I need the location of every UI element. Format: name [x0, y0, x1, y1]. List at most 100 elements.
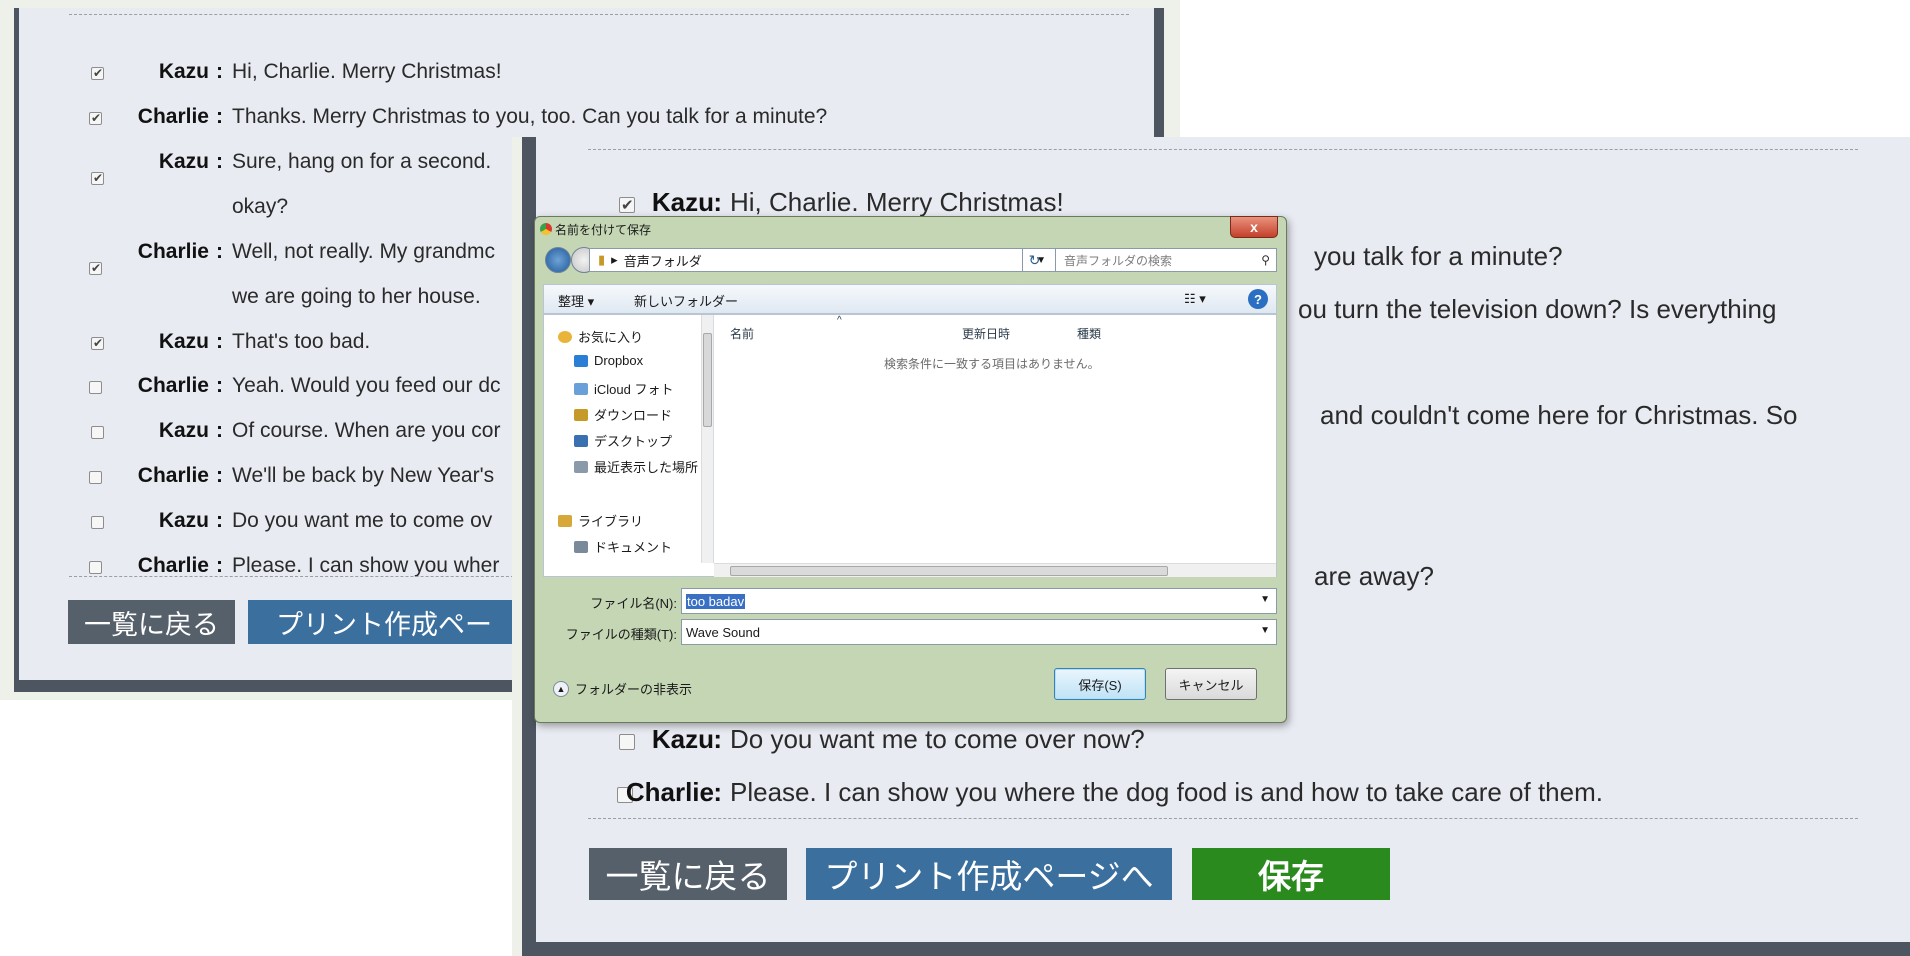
dialogue-row: Kazu : Do you want me to come over now? [536, 724, 1910, 760]
nav-item-label: ドキュメント [594, 540, 673, 555]
nav-item[interactable]: お気に入り [558, 327, 643, 346]
utterance-text: are away? [1314, 561, 1434, 591]
new-folder-button[interactable]: 新しいフォルダー [634, 291, 738, 310]
speaker-name: Kazu [158, 150, 209, 173]
dialog-save-button[interactable]: 保存(S) [1054, 668, 1146, 700]
chevron-down-icon[interactable]: ▼ [1260, 594, 1270, 605]
utterance-text: you talk for a minute? [1314, 241, 1563, 271]
divider [69, 576, 529, 577]
nav-item[interactable]: ライブラリ [558, 511, 643, 530]
utterance-text: ou turn the television down? Is everythi… [1298, 294, 1777, 324]
address-bar[interactable]: ▮ ▸ 音声フォルダ ▼ [589, 248, 1081, 272]
nav-item[interactable]: デスクトップ [574, 431, 672, 450]
filename-value: too badav [686, 593, 746, 609]
recent-places-icon [574, 460, 588, 473]
dialog-title: 名前を付けて保存 [555, 223, 652, 237]
utterance-text: Hi, Charlie. Merry Christmas! [232, 60, 502, 83]
search-input[interactable]: 音声フォルダの検索 ⚲ [1055, 248, 1277, 272]
back-to-list-button[interactable]: 一覧に戻る [68, 600, 235, 644]
folder-icon: ▮ [598, 252, 606, 267]
utterance-text: Please. I can show you where the dog foo… [730, 777, 1603, 807]
speaker-colon: : [216, 330, 223, 353]
speaker-colon: : [216, 105, 223, 128]
speaker-name: Charlie [625, 777, 714, 807]
close-button[interactable]: x [1230, 216, 1278, 238]
speaker-name: Charlie [137, 105, 209, 128]
navigation-pane: お気に入り Dropbox iCloud フォトダウンロードデスクトップ最近表示した… [544, 315, 714, 563]
utterance-text-line2: we are going to her house. [232, 285, 481, 308]
nav-item[interactable]: 最近表示した場所 [574, 457, 698, 476]
nav-scrollbar[interactable] [701, 315, 713, 563]
save-button[interactable]: 保存 [1192, 848, 1390, 900]
search-icon: ⚲ [1261, 253, 1270, 267]
speaker-colon: : [216, 509, 223, 532]
divider [588, 818, 1858, 819]
speaker-colon: : [216, 150, 223, 173]
back-nav-icon[interactable] [545, 247, 571, 273]
print-page-button[interactable]: プリント作成ページへ [806, 848, 1172, 900]
utterance-text: That's too bad. [232, 330, 371, 353]
organize-menu[interactable]: 整理 ▾ [558, 291, 594, 310]
utterance-text: Do you want me to come over now? [730, 724, 1145, 754]
address-path: 音声フォルダ [623, 253, 702, 269]
hide-folders-label: フォルダーの非表示 [575, 682, 693, 697]
filename-field[interactable]: too badav ▼ [681, 588, 1277, 614]
nav-item-label: ライブラリ [578, 514, 644, 529]
file-browser: お気に入り Dropbox iCloud フォトダウンロードデスクトップ最近表示した… [543, 314, 1277, 577]
chevron-down-icon[interactable]: ▼ [1260, 625, 1270, 636]
download-folder-icon [574, 408, 588, 421]
speaker-colon: : [216, 240, 223, 263]
column-name[interactable]: 名前 [730, 325, 754, 342]
utterance-text: Hi, Charlie. Merry Christmas! [730, 187, 1064, 217]
nav-item[interactable]: Dropbox [574, 353, 643, 368]
dialogue-row: Kazu : Hi, Charlie. Merry Christmas! [19, 60, 1119, 90]
nav-item-label: デスクトップ [594, 434, 673, 449]
column-type[interactable]: 種類 [1077, 325, 1101, 342]
utterance-text: Sure, hang on for a second. [232, 150, 492, 173]
speaker-name: Kazu [158, 419, 209, 442]
speaker-name: Kazu [651, 187, 714, 217]
nav-item[interactable]: ドキュメント [574, 537, 672, 556]
star-icon [558, 330, 572, 343]
refresh-icon[interactable]: ↻ [1022, 248, 1046, 272]
desktop-icon [574, 434, 588, 447]
speaker-name: Kazu [158, 509, 209, 532]
utterance-text: Please. I can show you wher [232, 554, 500, 577]
save-as-dialog: 名前を付けて保存 x ▮ ▸ 音声フォルダ ▼ ↻ 音声フォルダの検索 ⚲ 整理… [534, 216, 1287, 723]
view-options-button[interactable]: ☷ ▾ [1184, 291, 1206, 307]
speaker-colon: : [713, 777, 722, 807]
print-page-button[interactable]: プリント作成ペー [248, 600, 538, 644]
nav-item[interactable]: ダウンロード [574, 405, 672, 424]
utterance-text: Yeah. Would you feed our dc [232, 374, 501, 397]
divider [69, 14, 1129, 15]
utterance-text: Thanks. Merry Christmas to you, too. Can… [232, 105, 828, 128]
filename-label: ファイル名(N): [590, 596, 677, 611]
hide-folders-toggle[interactable]: ▲ フォルダーの非表示 [553, 679, 692, 698]
dialogue-row: Charlie : Please. I can show you where th… [536, 777, 1910, 813]
speaker-colon: : [216, 464, 223, 487]
column-modified[interactable]: 更新日時 [962, 325, 1010, 342]
nav-item-label: Dropbox [594, 353, 644, 368]
icloud-icon [574, 382, 588, 395]
chevron-up-icon: ▲ [553, 680, 569, 697]
speaker-colon: : [713, 724, 722, 754]
sort-caret-icon: ^ [837, 315, 842, 326]
utterance-text: Do you want me to come ov [232, 509, 493, 532]
nav-item[interactable]: iCloud フォト [574, 379, 673, 398]
speaker-name: Kazu [158, 60, 209, 83]
speaker-colon: : [216, 419, 223, 442]
horizontal-scrollbar[interactable] [714, 563, 1276, 577]
filetype-select[interactable]: Wave Sound ▼ [681, 619, 1277, 645]
nav-item-label: iCloud フォト [594, 382, 674, 397]
speaker-colon: : [216, 374, 223, 397]
back-to-list-button[interactable]: 一覧に戻る [589, 848, 787, 900]
cancel-button[interactable]: キャンセル [1165, 668, 1257, 700]
filetype-label: ファイルの種類(T): [565, 627, 677, 642]
speaker-name: Charlie [137, 554, 209, 577]
dialog-toolbar: 整理 ▾ 新しいフォルダー ☷ ▾ ? [543, 284, 1277, 314]
speaker-name: Charlie [137, 374, 209, 397]
help-icon[interactable]: ? [1248, 289, 1268, 309]
utterance-text: and couldn't come here for Christmas. So [1320, 400, 1798, 430]
nav-item-label: 最近表示した場所 [594, 460, 699, 475]
utterance-text: Well, not really. My grandmc [232, 240, 495, 263]
